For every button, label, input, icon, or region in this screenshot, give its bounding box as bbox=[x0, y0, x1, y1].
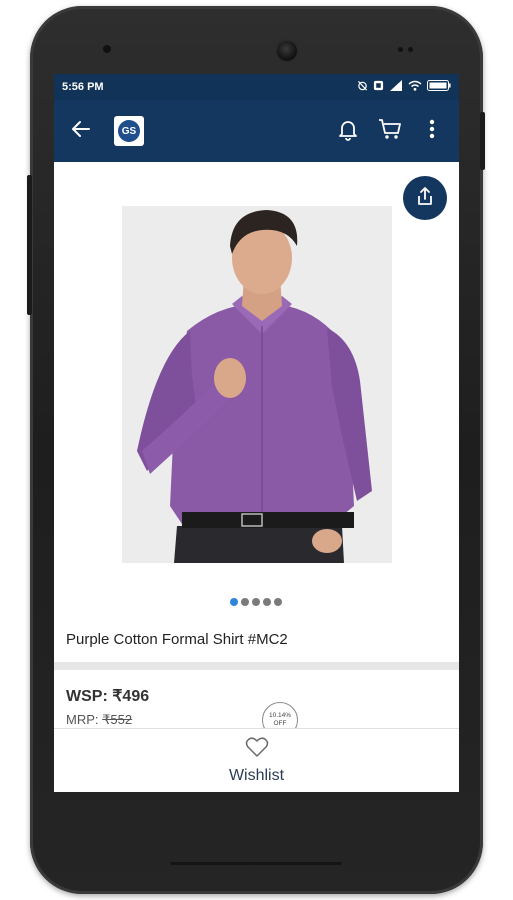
app-logo[interactable]: GS bbox=[114, 116, 144, 146]
wishlist-label: Wishlist bbox=[228, 767, 285, 784]
discount-value: 10.14% bbox=[268, 712, 292, 720]
volume-button bbox=[27, 175, 32, 315]
product-image[interactable] bbox=[122, 206, 392, 563]
wsp-price: WSP: ₹496 bbox=[66, 686, 149, 706]
status-icons bbox=[357, 80, 451, 94]
sensor-dot bbox=[103, 45, 111, 53]
discount-label: OFF bbox=[273, 720, 287, 727]
notifications-button[interactable] bbox=[333, 116, 363, 146]
image-carousel-indicator[interactable] bbox=[230, 598, 282, 606]
mrp-value: ₹552 bbox=[102, 712, 133, 727]
carousel-dot[interactable] bbox=[263, 598, 271, 606]
product-detail: Purple Cotton Formal Shirt #MC2 WSP: ₹49… bbox=[54, 162, 459, 792]
battery-icon bbox=[427, 80, 451, 94]
back-arrow-icon bbox=[69, 117, 93, 146]
cart-icon bbox=[377, 117, 403, 146]
status-bar: 5:56 PM bbox=[54, 74, 459, 100]
screenshot-icon bbox=[373, 80, 384, 94]
wifi-icon bbox=[408, 80, 422, 94]
model-photo bbox=[122, 206, 392, 563]
carousel-dot[interactable] bbox=[252, 598, 260, 606]
mrp-price: MRP: ₹552 bbox=[66, 712, 132, 728]
bottom-speaker-grille bbox=[170, 862, 342, 865]
sensor-dot bbox=[398, 47, 403, 52]
share-icon bbox=[416, 186, 434, 211]
alarm-off-icon bbox=[357, 80, 368, 94]
app-bar: GS bbox=[54, 100, 459, 162]
mrp-label: MRP: bbox=[66, 712, 99, 727]
front-camera bbox=[277, 41, 297, 61]
app-screen: 5:56 PM GS Purple Cotton Formal Shirt #M… bbox=[54, 74, 459, 792]
wsp-label: WSP: bbox=[66, 688, 108, 705]
back-button[interactable] bbox=[66, 116, 96, 146]
carousel-dot[interactable] bbox=[274, 598, 282, 606]
section-divider bbox=[54, 662, 459, 670]
more-options-button[interactable] bbox=[417, 116, 447, 146]
more-vert-icon bbox=[428, 118, 436, 145]
app-logo-mark: GS bbox=[118, 120, 140, 142]
wishlist-button[interactable]: Wishlist bbox=[54, 728, 459, 792]
heart-icon bbox=[245, 736, 269, 763]
sensor-dot bbox=[408, 47, 413, 52]
status-time: 5:56 PM bbox=[62, 81, 104, 93]
wsp-value: ₹496 bbox=[112, 688, 150, 705]
share-button[interactable] bbox=[403, 176, 447, 220]
power-button bbox=[480, 112, 485, 170]
cart-button[interactable] bbox=[375, 116, 405, 146]
bell-icon bbox=[336, 117, 360, 146]
carousel-dot[interactable] bbox=[241, 598, 249, 606]
product-title: Purple Cotton Formal Shirt #MC2 bbox=[66, 631, 288, 648]
carousel-dot[interactable] bbox=[230, 598, 238, 606]
signal-icon bbox=[389, 80, 403, 94]
